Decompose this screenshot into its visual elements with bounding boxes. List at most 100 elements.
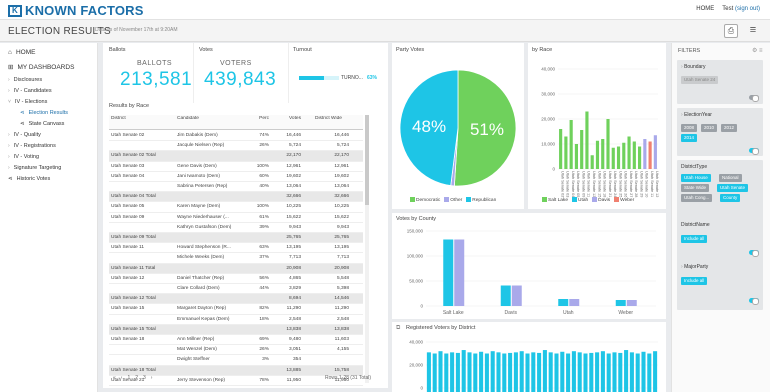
table-row[interactable]: Utah Senate 11 Howard Stephenson (R... 63%…	[109, 243, 363, 254]
sidebar-item-election-results[interactable]: ⋖ Election Results	[20, 110, 68, 116]
sidebar-item-dashboards[interactable]: ⊞ MY DASHBOARDS	[8, 63, 74, 72]
column-header[interactable]: Candidate	[177, 116, 247, 121]
table-total-row[interactable]: Utah Senate 11 Total 20,908 20,908	[109, 263, 363, 274]
sidebar-item-state-canvass[interactable]: ⋖ State Canvass	[20, 121, 64, 127]
filter-election-year-label: ElectionYear	[684, 112, 712, 118]
bar	[583, 353, 588, 392]
table-cell: 82%	[259, 306, 269, 312]
table-row[interactable]: Utah Senate 12 Daniel Thatcher (Rep) 56% 4,…	[109, 274, 363, 284]
filter-district-type-chip[interactable]: Utah House	[681, 174, 711, 182]
table-row[interactable]: Clare Collard (Dem) 44% 3,829 5,398	[109, 284, 363, 295]
sidebar-item-signature-targeting[interactable]: › Signature Targeting	[8, 165, 61, 171]
table-row[interactable]: Utah Senate 15 Margaret Dayton (Rep) 82% 11…	[109, 304, 363, 315]
table-total-row[interactable]: Utah Senate 12 Total 8,694 14,546	[109, 294, 363, 305]
filter-major-party-toggle[interactable]	[749, 298, 759, 305]
table-cell: Utah Senate 03	[111, 163, 145, 169]
pager-button[interactable]: ›	[151, 375, 153, 381]
top-nav: HOME Test (sign out)	[696, 6, 760, 12]
table-total-row[interactable]: Utah Senate 15 Total 13,838 13,838	[109, 324, 363, 335]
filter-district-type-chip[interactable]: Utah Senate	[717, 184, 749, 192]
table-row[interactable]: Utah Senate 18 Ann Millner (Rep) 69% 9,480 1…	[109, 335, 363, 346]
sidebar-item-elections[interactable]: ˅ IV - Elections	[8, 99, 47, 105]
table-cell: 16,446	[286, 133, 301, 138]
column-header[interactable]: District Wide	[315, 116, 357, 121]
table-row[interactable]: Utah Senate 02 Jim Dabakis (Dem) 74% 16,446…	[109, 131, 363, 142]
pager-button[interactable]: ‹	[121, 375, 123, 381]
pager-button[interactable]: «	[113, 375, 116, 381]
filter-boundary-toggle[interactable]	[749, 95, 759, 102]
sidebar-item-registrations[interactable]: › IV - Registrations	[8, 143, 56, 149]
pager-button[interactable]: 3	[143, 375, 146, 381]
table-row[interactable]: Michele Weeks (Dem) 37% 7,713 7,713	[109, 253, 363, 264]
sidebar-item-quality[interactable]: › IV - Quality	[8, 132, 41, 138]
legend-item[interactable]: Salt Lake	[542, 197, 568, 203]
table-row[interactable]: Utah Senate 04 Jani Iwamoto (Dem) 60% 19,60…	[109, 172, 363, 182]
filter-district-type-chip[interactable]: County	[720, 194, 741, 202]
home-link[interactable]: HOME	[696, 6, 714, 12]
filter-year-chip[interactable]: 2008	[681, 124, 698, 132]
table-cell: Ann Millner (Rep)	[177, 337, 215, 342]
sidebar-item-disclosures[interactable]: › Disclosures	[8, 77, 42, 83]
table-cell: Michele Weeks (Dem)	[177, 255, 225, 261]
legend-item[interactable]: Republican	[466, 197, 496, 203]
bar	[595, 140, 600, 169]
table-cell: 13,838	[334, 326, 349, 332]
table-cell: 2,548	[336, 316, 349, 322]
filter-major-party-value[interactable]: Include all	[681, 277, 708, 285]
table-cell: Jim Dabakis (Dem)	[177, 133, 218, 138]
filter-year-chip[interactable]: 2012	[721, 124, 738, 132]
y-tick-label: 0	[420, 304, 423, 309]
menu-icon[interactable]: ≡	[746, 24, 760, 38]
turnout-label: Turnout	[293, 47, 312, 53]
sidebar-item-candidates[interactable]: › IV - Candidates	[8, 88, 52, 94]
legend-item[interactable]: Utah	[572, 197, 588, 203]
legend-item[interactable]: Weber	[614, 197, 634, 203]
table-row[interactable]: Utah Senate 05 Karen Mayne (Dem) 100% 10,22…	[109, 202, 363, 213]
sign-out-link[interactable]: (sign out)	[735, 6, 760, 12]
column-header[interactable]: District	[111, 116, 175, 121]
pager-button[interactable]: 2	[135, 375, 138, 381]
table-row[interactable]: Mat Wenzel (Dem) 26% 3,051 4,155	[109, 345, 363, 356]
export-icon[interactable]: ⎙	[724, 24, 738, 38]
legend-item[interactable]: Democratic	[410, 197, 440, 203]
table-row[interactable]: Jacqule Nielsen (Rep) 26% 5,724 5,724	[109, 141, 363, 152]
sidebar-item-home[interactable]: ⌂ HOME	[8, 49, 35, 56]
legend-item[interactable]: Other	[444, 197, 462, 203]
table-row[interactable]: Sabrina Petersen (Rep) 40% 13,064 13,064	[109, 182, 363, 193]
table-row[interactable]: Emmanuel Kepas (Dem) 18% 2,548 2,548	[109, 315, 363, 325]
column-header[interactable]: Votes	[271, 116, 301, 121]
table-row[interactable]: Dwight Steffner 3% 354	[109, 355, 363, 366]
filters-settings-icon[interactable]: ⚙ ≡	[752, 47, 763, 54]
legend-item[interactable]: Davis	[592, 197, 610, 203]
table-row[interactable]: Utah Senate 03 Gene Davis (Dem) 100% 12,961…	[109, 162, 363, 172]
pager-button[interactable]: 1	[127, 375, 130, 381]
filter-district-name-toggle[interactable]	[749, 250, 759, 257]
table-row[interactable]: Utah Senate 09 Wayne Niederhauser (... 61%…	[109, 213, 363, 223]
filter-district-type-chip[interactable]: State Wide	[681, 184, 710, 192]
bar	[508, 352, 513, 392]
bar	[479, 351, 484, 392]
filter-district-name-value[interactable]: Include all	[681, 235, 708, 243]
column-header[interactable]: Perc	[249, 116, 269, 121]
bar	[569, 299, 580, 306]
filter-district-type-chip[interactable]: Utah Cong...	[681, 194, 713, 202]
table-row[interactable]: Kathryn Gustafson (Dem) 39% 9,943 9,943	[109, 223, 363, 233]
brand-logo[interactable]: K KNOWN FACTORS	[8, 3, 144, 18]
table-total-row[interactable]: Utah Senate 09 Total 25,765 25,765	[109, 233, 363, 244]
table-cell: 3%	[262, 357, 269, 363]
page-header: ELECTION RESULTS Data as of November 17t…	[0, 20, 770, 42]
sidebar-item-voting[interactable]: › IV - Voting	[8, 154, 39, 160]
table-cell: Utah Senate 04	[111, 173, 145, 179]
filter-year-chip[interactable]: 2010	[701, 124, 718, 132]
filter-district-type-chip[interactable]: National	[719, 174, 742, 182]
filter-election-year-toggle[interactable]	[749, 148, 759, 155]
filter-year-chip[interactable]: 2014	[681, 134, 698, 142]
table-total-row[interactable]: Utah Senate 04 Total 32,666 32,666	[109, 192, 363, 203]
sidebar-item-historic-votes[interactable]: ⋖ Historic Votes	[8, 176, 50, 182]
table-cell: 9,943	[336, 224, 349, 230]
filter-boundary-value[interactable]: Utah Senate 24	[681, 76, 719, 84]
table-total-row[interactable]: Utah Senate 02 Total 22,170 22,170	[109, 151, 363, 162]
filters-title: FILTERS	[678, 48, 701, 54]
scroll-thumb[interactable]	[365, 115, 369, 205]
table-scrollbar[interactable]	[365, 115, 369, 383]
